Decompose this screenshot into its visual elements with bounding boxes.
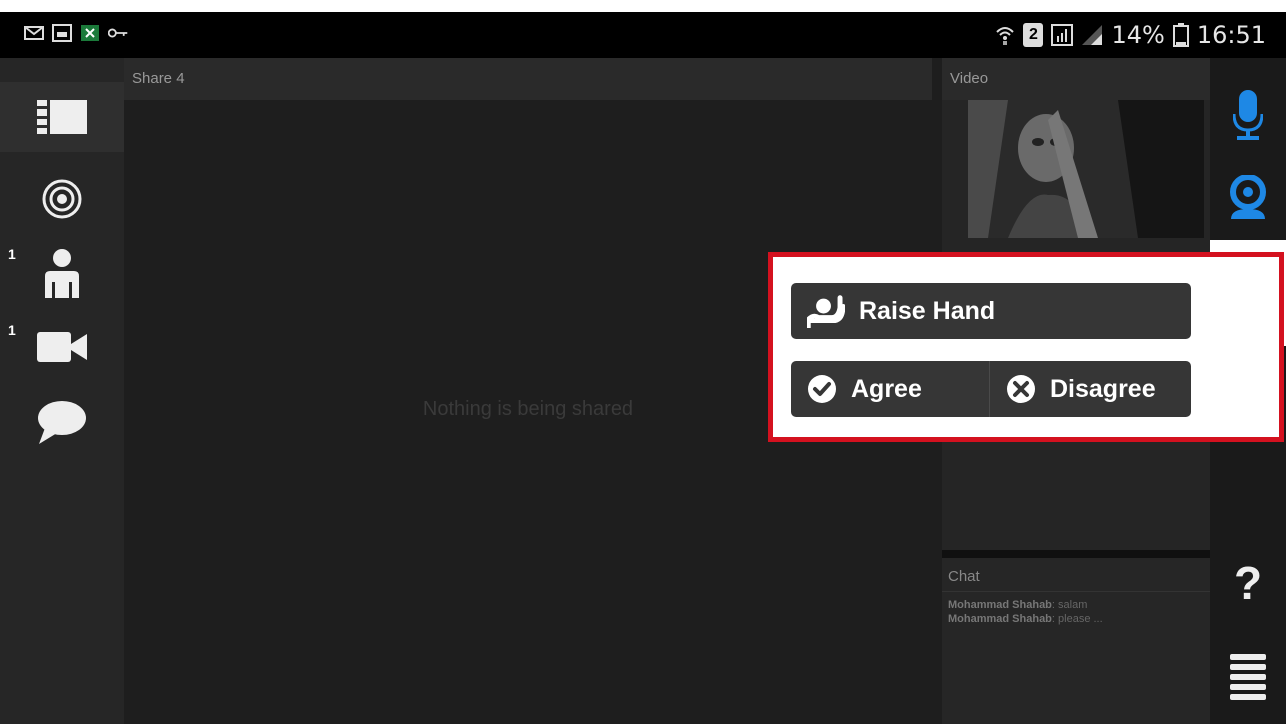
panel-divider [942,550,1210,558]
layout-icon [37,100,87,134]
chat-panel-title: Chat [942,558,1210,592]
sidebar-item-target[interactable] [0,164,124,234]
gallery-icon [52,24,72,42]
video-feed[interactable] [968,100,1204,238]
signal-strength-icon [1082,25,1103,45]
chat-message: Mohammad Shahab: salam [942,598,1210,612]
left-sidebar: 1 1 [0,58,124,724]
excel-icon [81,25,99,41]
webcam-button[interactable] [1210,162,1286,232]
target-icon [42,179,82,219]
share-panel-title: Share 4 [124,58,932,100]
agree-button[interactable]: Agree [791,361,989,417]
help-icon: ? [1233,557,1263,609]
x-circle-icon [1006,374,1036,404]
chat-text: : please ... [1051,613,1103,625]
chat-message: Mohammad Shahab: please ... [942,612,1210,626]
raise-hand-label: Raise Hand [859,296,996,325]
microphone-button[interactable] [1210,80,1286,150]
sidebar-item-cameras[interactable]: 1 [0,312,124,382]
video-thumbnail-icon [968,100,1204,238]
sidebar-item-participants[interactable]: 1 [0,238,124,308]
menu-button[interactable] [1210,642,1286,712]
sidebar-item-layout[interactable] [0,82,124,152]
check-circle-icon [807,374,837,404]
chat-bubble-icon [38,401,86,444]
participants-count-badge: 1 [8,246,16,262]
key-icon [108,28,128,38]
app-screen: 2 14% 16:51 1 1 Share 4 Nothing is being… [0,12,1286,724]
webcam-icon [1230,175,1266,219]
cameras-count-badge: 1 [8,322,16,338]
raise-hand-button[interactable]: Raise Hand [791,283,1191,339]
raise-hand-icon [807,294,845,328]
chat-sender: Mohammad Shahab [948,599,1052,611]
video-panel-title: Video [942,58,1210,100]
sim-slot-icon: 2 [1023,23,1044,47]
menu-icon [1230,654,1266,700]
status-bar: 2 14% 16:51 [0,12,1286,58]
microphone-icon [1233,90,1263,140]
help-button[interactable]: ? [1210,548,1286,618]
chat-panel: Chat Mohammad Shahab: salam Mohammad Sha… [942,558,1210,724]
agree-label: Agree [851,374,922,403]
chat-text: : salam [1051,599,1088,611]
chat-sender: Mohammad Shahab [948,613,1052,625]
camera-icon [37,332,87,362]
battery-icon [1172,23,1189,47]
signal-box-icon [1051,24,1074,46]
user-icon [45,249,79,298]
disagree-button[interactable]: Disagree [989,361,1191,417]
mail-icon [24,26,44,40]
battery-percent: 14% [1111,21,1165,49]
agree-disagree-group: Agree Disagree [791,361,1191,417]
feedback-popup: Raise Hand Agree Disagree [768,252,1284,442]
sidebar-item-chat[interactable] [0,388,124,458]
wifi-icon [996,27,1015,45]
disagree-label: Disagree [1050,374,1156,403]
clock: 16:51 [1196,21,1266,49]
